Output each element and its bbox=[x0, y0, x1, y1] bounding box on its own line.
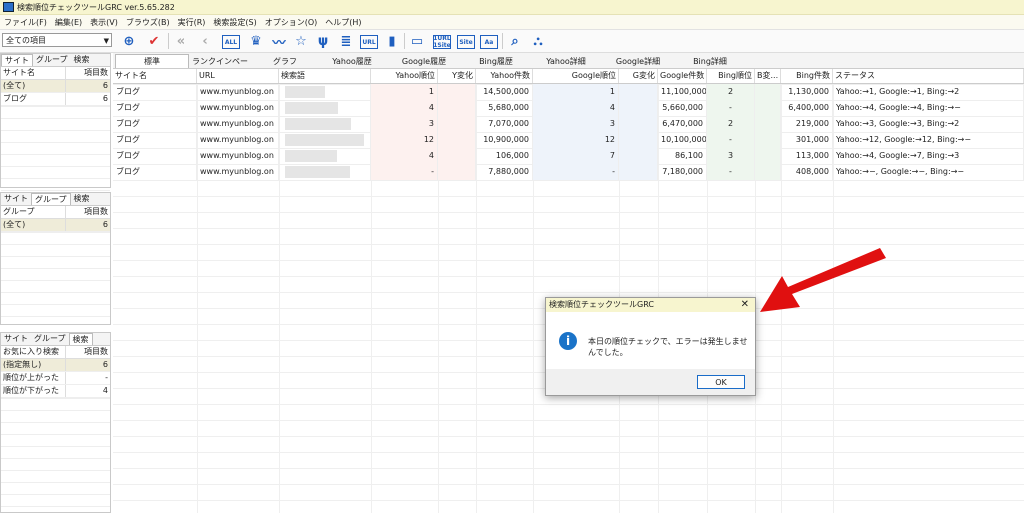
red-arrow-annotation bbox=[760, 248, 886, 312]
arrow-shape bbox=[760, 248, 886, 312]
